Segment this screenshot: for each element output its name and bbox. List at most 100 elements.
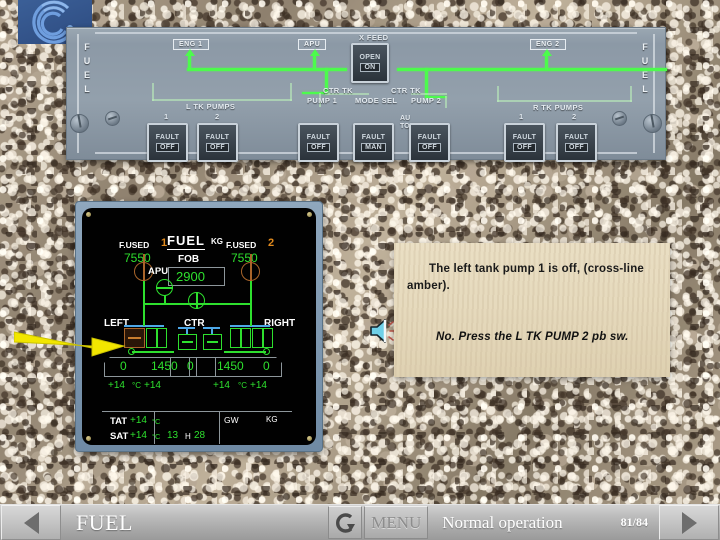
panel-fastener-left-inner bbox=[105, 111, 120, 126]
temp-right-inner: +14 bbox=[213, 380, 230, 391]
flow-riser-eng2 bbox=[545, 56, 548, 70]
left-pump-header-stem bbox=[143, 320, 145, 326]
eng2-feed-stub bbox=[250, 254, 252, 263]
status-text: Normal operation bbox=[442, 512, 563, 532]
quantity-right-inner: 1450 bbox=[217, 359, 244, 373]
bracket-l-pumps-bar bbox=[152, 99, 292, 101]
r-pump-2-number: 2 bbox=[572, 112, 577, 121]
ecam-fuel-display: FUEL KG F.USED 1 7550 F.USED 2 7550 FOB … bbox=[75, 201, 323, 452]
flow-arrow-apu bbox=[310, 49, 320, 56]
l-tk-pump-2-off-legend: OFF bbox=[206, 142, 229, 152]
message-line-1: The left tank pump 1 is off, (cross-line… bbox=[407, 263, 645, 292]
left-tank-pump-2-bar bbox=[156, 328, 158, 348]
next-page-button[interactable] bbox=[659, 505, 719, 540]
info-band-div-2 bbox=[219, 411, 220, 444]
manifold-left bbox=[143, 303, 197, 305]
eng1-lp-valve-bar bbox=[143, 262, 145, 281]
ctr-pump-1-off-legend: OFF bbox=[307, 142, 330, 152]
temp-right-outer: +14 bbox=[250, 380, 267, 391]
bracket-ctr-right-tick bbox=[445, 96, 447, 108]
ecam-corner-bl bbox=[86, 436, 91, 441]
mode-sel-man-legend: MAN bbox=[361, 142, 386, 152]
temp-left-inner: +14 bbox=[144, 380, 161, 391]
r-tk-pump-1-off-legend: OFF bbox=[513, 142, 536, 152]
engine-2-number: 2 bbox=[268, 237, 275, 249]
pushbutton-l-tk-pump-1[interactable]: FAULT OFF bbox=[147, 123, 188, 162]
clock-separator: H bbox=[185, 432, 191, 441]
pushbutton-r-tk-pump-2[interactable]: FAULT OFF bbox=[556, 123, 597, 162]
ecam-title: FUEL bbox=[167, 233, 205, 250]
pushbutton-ctr-tk-pump-2[interactable]: FAULT OFF bbox=[409, 123, 450, 162]
apu-label: APU bbox=[148, 266, 169, 277]
left-pump-outlet-line bbox=[132, 351, 174, 353]
mode-sel-fault-legend: FAULT bbox=[361, 133, 386, 141]
fob-label: FOB bbox=[178, 254, 200, 265]
l-tk-pump-2-fault-legend: FAULT bbox=[205, 133, 230, 141]
ecam-corner-br bbox=[307, 436, 312, 441]
l-pump-1-number: 1 bbox=[164, 112, 169, 121]
left-triangle-icon bbox=[23, 511, 39, 534]
r-tk-pump-2-fault-legend: FAULT bbox=[564, 133, 589, 141]
menu-button[interactable]: MENU bbox=[364, 506, 429, 539]
return-loop-icon[interactable] bbox=[328, 506, 363, 539]
eng1-down-line bbox=[143, 281, 145, 304]
engine-1-number: 1 bbox=[161, 237, 168, 249]
l-tk-pump-1-fault-legend: FAULT bbox=[155, 133, 180, 141]
temp-left-outer: +14 bbox=[108, 380, 125, 391]
ctr-pump-1-fault-legend: FAULT bbox=[306, 133, 331, 141]
tat-label: TAT bbox=[110, 416, 128, 427]
sat-value: +14 bbox=[130, 430, 147, 441]
bottom-navigation-bar: FUEL MENU Normal operation 81/84 bbox=[0, 504, 720, 540]
panel-fastener-right-outer bbox=[643, 114, 662, 133]
r-tk-pump-1-fault-legend: FAULT bbox=[512, 133, 537, 141]
sat-label: SAT bbox=[110, 431, 129, 442]
flow-riser-eng1 bbox=[188, 56, 191, 70]
pushbutton-ctr-tk-pump-1[interactable]: FAULT OFF bbox=[298, 123, 339, 162]
right-pump-outlet-line bbox=[224, 351, 266, 353]
r-tk-pumps-label: R TK PUMPS bbox=[533, 103, 584, 112]
pushbutton-l-tk-pump-2[interactable]: FAULT OFF bbox=[197, 123, 238, 162]
clock-hours: 13 bbox=[167, 430, 179, 441]
pushbutton-r-tk-pump-1[interactable]: FAULT OFF bbox=[504, 123, 545, 162]
ctr-pump-2-header bbox=[203, 327, 220, 329]
ctr-pump-1-header bbox=[178, 327, 195, 329]
fob-value: 2900 bbox=[176, 269, 205, 284]
x-feed-on-legend: ON bbox=[360, 63, 380, 72]
previous-page-button[interactable] bbox=[1, 505, 61, 540]
auto-vertical-label: AU TO bbox=[400, 115, 411, 130]
gw-unit: KG bbox=[266, 415, 278, 424]
clock-minutes: 28 bbox=[194, 430, 206, 441]
x-feed-open-legend: OPEN bbox=[359, 54, 381, 61]
info-band-separator bbox=[102, 411, 292, 412]
bracket-r-pumps-bar bbox=[497, 100, 632, 102]
bracket-r-pumps-right bbox=[630, 86, 632, 102]
ctr-pump2-label: PUMP 2 bbox=[411, 96, 442, 105]
l-tk-pump-1-off-legend: OFF bbox=[156, 142, 179, 152]
flow-line-left-bus bbox=[187, 68, 347, 71]
l-tk-pumps-label: L TK PUMPS bbox=[186, 102, 236, 111]
tat-value: +14 bbox=[130, 415, 147, 426]
ctr-tk-label-left: CTR TK bbox=[323, 86, 353, 95]
apu-valve-bar bbox=[156, 287, 173, 289]
ctr-tk-label-right: CTR TK bbox=[391, 86, 421, 95]
ecam-screen: FUEL KG F.USED 1 7550 F.USED 2 7550 FOB … bbox=[82, 208, 316, 445]
pushbutton-ctr-tk-mode-sel[interactable]: FAULT MAN bbox=[353, 123, 394, 162]
right-tank-pump-1-bar bbox=[240, 328, 242, 348]
right-tank-jet-pump bbox=[263, 348, 270, 355]
right-pump-header-stem bbox=[250, 320, 252, 326]
page-title: FUEL bbox=[76, 509, 133, 535]
page-counter: 81/84 bbox=[620, 515, 648, 529]
right-tank-pump-2-bar bbox=[262, 328, 264, 348]
gw-label: GW bbox=[224, 415, 239, 425]
pushbutton-x-feed[interactable]: OPEN ON bbox=[351, 43, 389, 83]
temp-right-unit: °C bbox=[238, 381, 247, 390]
manifold-right bbox=[196, 303, 251, 305]
flow-arrow-eng2 bbox=[542, 49, 552, 56]
fuel-overhead-panel: F U E L FU EL ENG 1 APU ENG 2 X FEED L T… bbox=[66, 27, 667, 162]
temp-left-unit: °C bbox=[132, 381, 141, 390]
bracket-l-pumps-right bbox=[290, 83, 292, 101]
tat-unit: °C bbox=[152, 417, 161, 426]
quantity-center: 0 bbox=[187, 359, 194, 373]
f-used-label-right: F.USED bbox=[226, 240, 257, 250]
flow-line-right-bus bbox=[397, 68, 667, 71]
